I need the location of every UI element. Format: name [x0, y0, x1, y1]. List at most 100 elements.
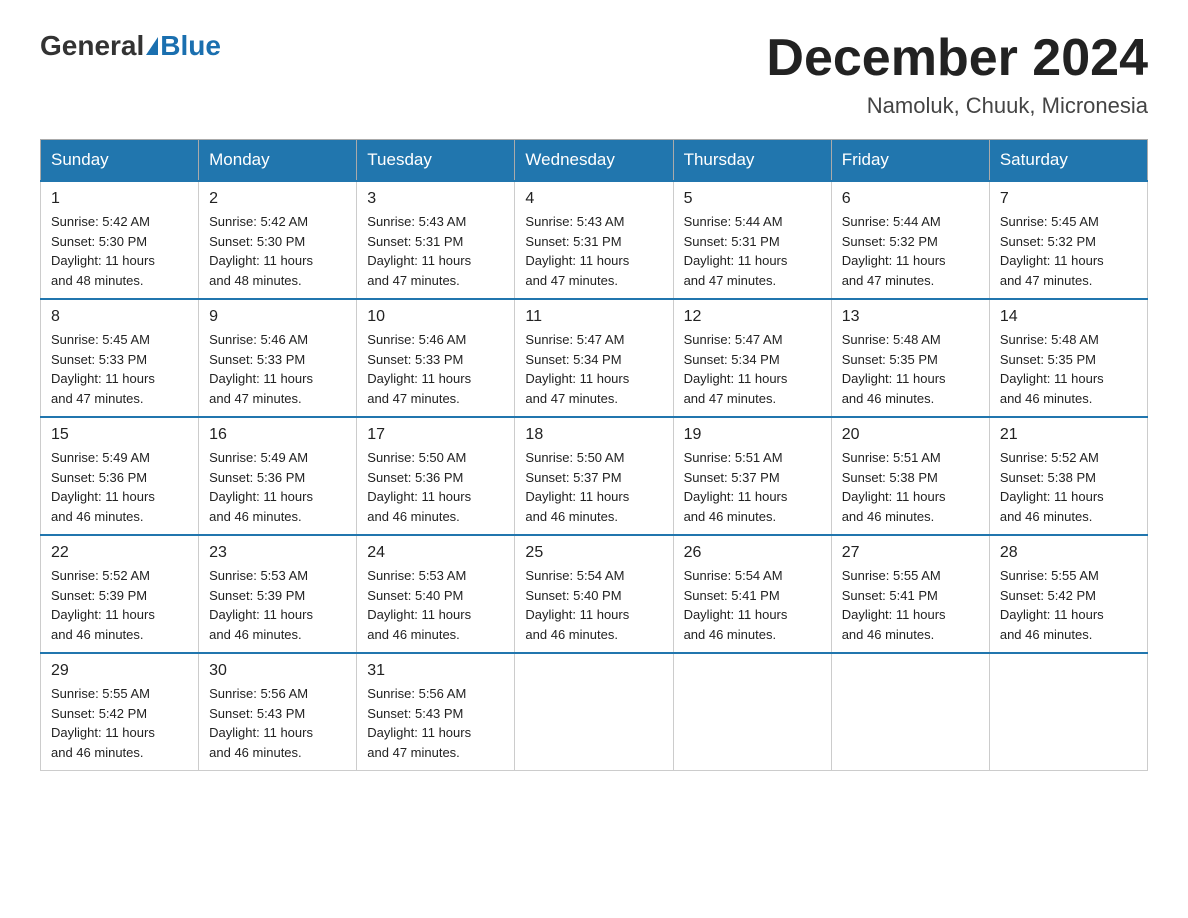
calendar-cell: 4 Sunrise: 5:43 AMSunset: 5:31 PMDaylight…	[515, 181, 673, 299]
day-info: Sunrise: 5:56 AMSunset: 5:43 PMDaylight:…	[367, 684, 504, 762]
calendar-cell: 15Sunrise: 5:49 AMSunset: 5:36 PMDayligh…	[41, 417, 199, 535]
day-number: 5	[684, 190, 821, 208]
day-number: 28	[1000, 544, 1137, 562]
day-number: 26	[684, 544, 821, 562]
calendar-cell: 14 Sunrise: 5:48 AMSunset: 5:35 PMDayligh…	[989, 299, 1147, 417]
day-number: 21	[1000, 426, 1137, 444]
day-number: 18	[525, 426, 662, 444]
calendar-cell: 10Sunrise: 5:46 AMSunset: 5:33 PMDayligh…	[357, 299, 515, 417]
calendar-cell: 11Sunrise: 5:47 AMSunset: 5:34 PMDayligh…	[515, 299, 673, 417]
calendar-cell	[515, 653, 673, 771]
calendar-cell: 23 Sunrise: 5:53 AMSunset: 5:39 PMDayligh…	[199, 535, 357, 653]
calendar-cell: 20 Sunrise: 5:51 AMSunset: 5:38 PMDayligh…	[831, 417, 989, 535]
calendar-cell: 24Sunrise: 5:53 AMSunset: 5:40 PMDayligh…	[357, 535, 515, 653]
column-header-wednesday: Wednesday	[515, 140, 673, 182]
logo-general-text: General	[40, 30, 144, 62]
calendar-cell: 19 Sunrise: 5:51 AMSunset: 5:37 PMDayligh…	[673, 417, 831, 535]
calendar-cell: 2 Sunrise: 5:42 AMSunset: 5:30 PMDaylight…	[199, 181, 357, 299]
column-header-sunday: Sunday	[41, 140, 199, 182]
day-info: Sunrise: 5:43 AMSunset: 5:31 PMDaylight:…	[525, 212, 662, 290]
week-row-4: 22 Sunrise: 5:52 AMSunset: 5:39 PMDayligh…	[41, 535, 1148, 653]
week-row-2: 8 Sunrise: 5:45 AMSunset: 5:33 PMDaylight…	[41, 299, 1148, 417]
column-header-monday: Monday	[199, 140, 357, 182]
day-info: Sunrise: 5:54 AMSunset: 5:40 PMDaylight:…	[525, 566, 662, 644]
calendar-cell: 25 Sunrise: 5:54 AMSunset: 5:40 PMDayligh…	[515, 535, 673, 653]
calendar-cell: 28 Sunrise: 5:55 AMSunset: 5:42 PMDayligh…	[989, 535, 1147, 653]
day-number: 19	[684, 426, 821, 444]
day-info: Sunrise: 5:55 AMSunset: 5:42 PMDaylight:…	[1000, 566, 1137, 644]
day-number: 25	[525, 544, 662, 562]
day-number: 29	[51, 662, 188, 680]
day-info: Sunrise: 5:51 AMSunset: 5:38 PMDaylight:…	[842, 448, 979, 526]
week-row-5: 29Sunrise: 5:55 AMSunset: 5:42 PMDayligh…	[41, 653, 1148, 771]
week-row-1: 1 Sunrise: 5:42 AMSunset: 5:30 PMDaylight…	[41, 181, 1148, 299]
day-number: 3	[367, 190, 504, 208]
day-info: Sunrise: 5:44 AMSunset: 5:32 PMDaylight:…	[842, 212, 979, 290]
calendar-cell: 9 Sunrise: 5:46 AMSunset: 5:33 PMDaylight…	[199, 299, 357, 417]
calendar-cell: 22 Sunrise: 5:52 AMSunset: 5:39 PMDayligh…	[41, 535, 199, 653]
calendar-cell: 21Sunrise: 5:52 AMSunset: 5:38 PMDayligh…	[989, 417, 1147, 535]
day-info: Sunrise: 5:49 AMSunset: 5:36 PMDaylight:…	[51, 448, 188, 526]
calendar-cell: 6 Sunrise: 5:44 AMSunset: 5:32 PMDaylight…	[831, 181, 989, 299]
calendar-cell: 18 Sunrise: 5:50 AMSunset: 5:37 PMDayligh…	[515, 417, 673, 535]
calendar-subtitle: Namoluk, Chuuk, Micronesia	[766, 93, 1148, 119]
day-info: Sunrise: 5:46 AMSunset: 5:33 PMDaylight:…	[209, 330, 346, 408]
calendar-cell: 13 Sunrise: 5:48 AMSunset: 5:35 PMDayligh…	[831, 299, 989, 417]
day-number: 6	[842, 190, 979, 208]
day-number: 1	[51, 190, 188, 208]
day-number: 23	[209, 544, 346, 562]
column-header-thursday: Thursday	[673, 140, 831, 182]
day-number: 7	[1000, 190, 1137, 208]
day-info: Sunrise: 5:43 AMSunset: 5:31 PMDaylight:…	[367, 212, 504, 290]
day-number: 14	[1000, 308, 1137, 326]
day-info: Sunrise: 5:47 AMSunset: 5:34 PMDaylight:…	[525, 330, 662, 408]
day-info: Sunrise: 5:42 AMSunset: 5:30 PMDaylight:…	[51, 212, 188, 290]
calendar-cell: 31 Sunrise: 5:56 AMSunset: 5:43 PMDayligh…	[357, 653, 515, 771]
day-number: 22	[51, 544, 188, 562]
calendar-cell: 17Sunrise: 5:50 AMSunset: 5:36 PMDayligh…	[357, 417, 515, 535]
calendar-title: December 2024	[766, 30, 1148, 87]
day-number: 4	[525, 190, 662, 208]
day-number: 13	[842, 308, 979, 326]
day-info: Sunrise: 5:54 AMSunset: 5:41 PMDaylight:…	[684, 566, 821, 644]
calendar-cell: 8 Sunrise: 5:45 AMSunset: 5:33 PMDaylight…	[41, 299, 199, 417]
day-info: Sunrise: 5:55 AMSunset: 5:41 PMDaylight:…	[842, 566, 979, 644]
calendar-cell: 3 Sunrise: 5:43 AMSunset: 5:31 PMDaylight…	[357, 181, 515, 299]
day-info: Sunrise: 5:44 AMSunset: 5:31 PMDaylight:…	[684, 212, 821, 290]
calendar-table: SundayMondayTuesdayWednesdayThursdayFrid…	[40, 139, 1148, 771]
calendar-cell: 7 Sunrise: 5:45 AMSunset: 5:32 PMDaylight…	[989, 181, 1147, 299]
column-header-friday: Friday	[831, 140, 989, 182]
day-number: 27	[842, 544, 979, 562]
day-info: Sunrise: 5:52 AMSunset: 5:39 PMDaylight:…	[51, 566, 188, 644]
calendar-cell: 16Sunrise: 5:49 AMSunset: 5:36 PMDayligh…	[199, 417, 357, 535]
calendar-cell: 26 Sunrise: 5:54 AMSunset: 5:41 PMDayligh…	[673, 535, 831, 653]
day-info: Sunrise: 5:53 AMSunset: 5:40 PMDaylight:…	[367, 566, 504, 644]
day-number: 8	[51, 308, 188, 326]
day-info: Sunrise: 5:48 AMSunset: 5:35 PMDaylight:…	[1000, 330, 1137, 408]
header-row: SundayMondayTuesdayWednesdayThursdayFrid…	[41, 140, 1148, 182]
calendar-cell: 1 Sunrise: 5:42 AMSunset: 5:30 PMDaylight…	[41, 181, 199, 299]
logo-blue-text: Blue	[160, 30, 221, 62]
calendar-cell: 5 Sunrise: 5:44 AMSunset: 5:31 PMDaylight…	[673, 181, 831, 299]
day-info: Sunrise: 5:45 AMSunset: 5:33 PMDaylight:…	[51, 330, 188, 408]
calendar-cell: 27 Sunrise: 5:55 AMSunset: 5:41 PMDayligh…	[831, 535, 989, 653]
day-info: Sunrise: 5:42 AMSunset: 5:30 PMDaylight:…	[209, 212, 346, 290]
day-info: Sunrise: 5:48 AMSunset: 5:35 PMDaylight:…	[842, 330, 979, 408]
calendar-cell	[989, 653, 1147, 771]
calendar-cell	[831, 653, 989, 771]
day-info: Sunrise: 5:53 AMSunset: 5:39 PMDaylight:…	[209, 566, 346, 644]
day-number: 31	[367, 662, 504, 680]
day-number: 2	[209, 190, 346, 208]
calendar-cell: 30Sunrise: 5:56 AMSunset: 5:43 PMDayligh…	[199, 653, 357, 771]
column-header-tuesday: Tuesday	[357, 140, 515, 182]
day-number: 20	[842, 426, 979, 444]
day-number: 9	[209, 308, 346, 326]
day-info: Sunrise: 5:50 AMSunset: 5:36 PMDaylight:…	[367, 448, 504, 526]
day-info: Sunrise: 5:45 AMSunset: 5:32 PMDaylight:…	[1000, 212, 1137, 290]
day-number: 30	[209, 662, 346, 680]
logo-triangle-icon	[146, 37, 158, 55]
day-number: 12	[684, 308, 821, 326]
title-area: December 2024 Namoluk, Chuuk, Micronesia	[766, 30, 1148, 119]
day-info: Sunrise: 5:50 AMSunset: 5:37 PMDaylight:…	[525, 448, 662, 526]
day-info: Sunrise: 5:51 AMSunset: 5:37 PMDaylight:…	[684, 448, 821, 526]
